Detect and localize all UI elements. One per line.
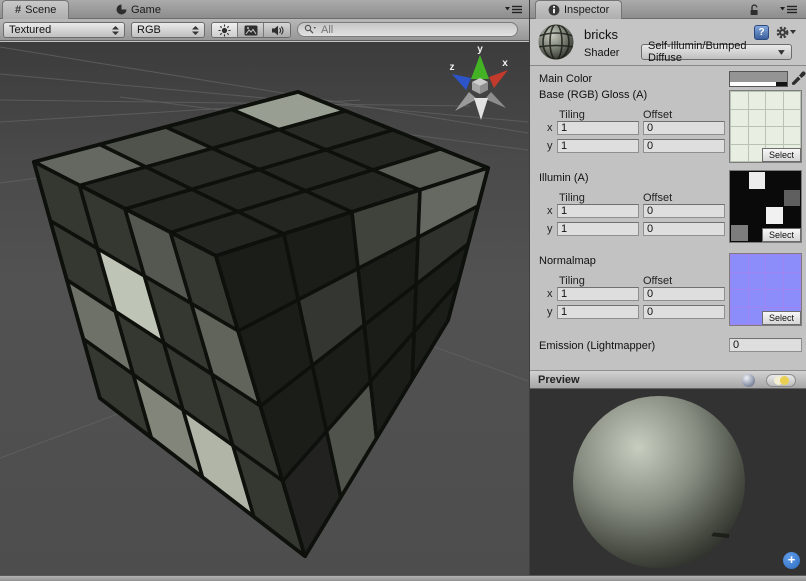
illumin-texture-slot[interactable]: Select [729, 170, 802, 243]
normalmap-tiling-y-input[interactable] [557, 305, 639, 319]
scene-viewport[interactable]: y x z [0, 42, 529, 575]
offset-label: Offset [643, 275, 672, 287]
preview-title: Preview [538, 374, 580, 386]
scene-toolbar: Textured RGB [0, 19, 529, 41]
gizmo-y-label: y [477, 44, 483, 55]
y-row-label: y [547, 140, 553, 152]
shader-dropdown[interactable]: Self-Illumin/Bumped Diffuse [641, 44, 792, 60]
scene-tabstrip: # Scene Game [0, 0, 529, 19]
light-circle-icon [780, 376, 789, 385]
tab-inspector[interactable]: Inspector [535, 0, 622, 19]
updown-arrows-icon [112, 26, 119, 35]
offset-label: Offset [643, 192, 672, 204]
inspector-panel: Inspector [529, 0, 806, 575]
scene-toggle-buttons [211, 22, 291, 38]
audio-toggle-button[interactable] [264, 23, 290, 37]
offset-label: Offset [643, 109, 672, 121]
main-color-label: Main Color [539, 73, 592, 85]
base-texture-select-button[interactable]: Select [762, 148, 801, 162]
preview-header: Preview [530, 370, 806, 389]
inspector-panel-menu-icon[interactable] [780, 4, 798, 15]
scene-panel: # Scene Game Textured RGB [0, 0, 529, 575]
window-bottom-edge [0, 575, 806, 581]
illumin-tiling-x-input[interactable] [557, 204, 639, 218]
tiling-label: Tiling [559, 192, 585, 204]
sun-icon [218, 24, 231, 37]
preview-content[interactable]: + [530, 389, 806, 575]
normalmap-texture-slot[interactable]: Select [729, 253, 802, 326]
tab-scene-label: Scene [25, 4, 56, 16]
tab-inspector-label: Inspector [564, 4, 609, 16]
scene-search-field[interactable] [297, 22, 518, 37]
eyedropper-icon[interactable] [791, 69, 806, 87]
section-label-illumin: Illumin (A) [539, 172, 589, 184]
gizmo-z-label: z [450, 62, 455, 73]
help-icon[interactable]: ? [754, 25, 769, 40]
emission-input[interactable] [729, 338, 802, 352]
alpha-bar [730, 82, 787, 86]
search-icon [304, 24, 316, 35]
speaker-icon [271, 25, 284, 36]
context-menu-button[interactable] [775, 24, 799, 40]
normalmap-tiling-x-input[interactable] [557, 287, 639, 301]
emission-label: Emission (Lightmapper) [539, 340, 655, 352]
preview-sphere [530, 389, 806, 575]
unity-editor-window: # Scene Game Textured RGB [0, 0, 806, 581]
normalmap-offset-y-input[interactable] [643, 305, 725, 319]
preview-lighting-button[interactable] [766, 374, 796, 387]
section-label-base: Base (RGB) Gloss (A) [539, 89, 647, 101]
preview-mesh-button[interactable] [742, 374, 755, 387]
y-row-label: y [547, 223, 553, 235]
chevron-down-icon [778, 50, 785, 55]
illumin-offset-x-input[interactable] [643, 204, 725, 218]
tab-game[interactable]: Game [104, 0, 173, 19]
lighting-toggle-button[interactable] [212, 23, 238, 37]
image-icon [244, 25, 258, 36]
info-icon [548, 4, 560, 16]
tab-game-label: Game [131, 4, 161, 16]
illumin-offset-y-input[interactable] [643, 222, 725, 236]
inspector-tabstrip: Inspector [530, 0, 806, 19]
grid-icon: # [15, 4, 21, 16]
game-icon [116, 4, 127, 15]
color-mode-dropdown[interactable]: RGB [131, 22, 205, 38]
lock-icon[interactable] [749, 4, 760, 16]
shader-value: Self-Illumin/Bumped Diffuse [648, 40, 778, 64]
material-preview-thumbnail [537, 23, 575, 61]
material-name: bricks [584, 27, 618, 42]
illumin-texture-select-button[interactable]: Select [762, 228, 801, 242]
search-input[interactable] [319, 23, 479, 37]
gear-icon [775, 25, 790, 40]
x-row-label: x [547, 205, 553, 217]
updown-arrows-icon [192, 26, 199, 35]
tab-scene[interactable]: # Scene [2, 0, 69, 19]
add-icon[interactable]: + [783, 552, 800, 569]
skybox-fx-toggle-button[interactable] [238, 23, 264, 37]
shader-label: Shader [584, 47, 619, 59]
base-offset-x-input[interactable] [643, 121, 725, 135]
x-row-label: x [547, 288, 553, 300]
main-color-swatch[interactable] [729, 71, 788, 87]
base-tiling-x-input[interactable] [557, 121, 639, 135]
y-row-label: y [547, 306, 553, 318]
draw-mode-dropdown[interactable]: Textured [3, 22, 125, 38]
illumin-tiling-y-input[interactable] [557, 222, 639, 236]
draw-mode-value: Textured [9, 24, 51, 36]
normalmap-texture-select-button[interactable]: Select [762, 311, 801, 325]
base-offset-y-input[interactable] [643, 139, 725, 153]
tiling-label: Tiling [559, 109, 585, 121]
color-mode-value: RGB [137, 24, 161, 36]
tiling-label: Tiling [559, 275, 585, 287]
scene-panel-menu-icon[interactable] [505, 4, 523, 15]
section-label-normalmap: Normalmap [539, 255, 596, 267]
chevron-down-icon [790, 30, 796, 34]
base-tiling-y-input[interactable] [557, 139, 639, 153]
base-texture-slot[interactable]: Select [729, 90, 802, 163]
x-row-label: x [547, 122, 553, 134]
normalmap-offset-x-input[interactable] [643, 287, 725, 301]
gizmo-x-label: x [502, 58, 508, 69]
